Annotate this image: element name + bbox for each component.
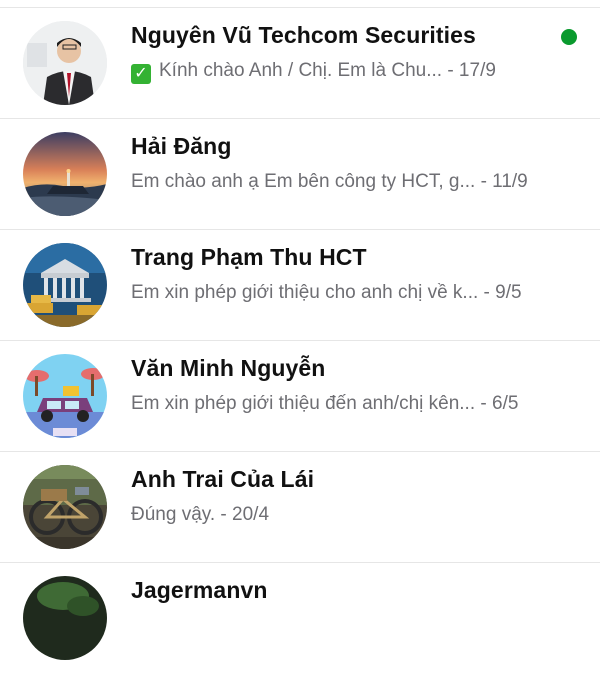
conversation-list: Nguyên Vũ Techcom Securities ✓ Kính chào … — [0, 0, 600, 660]
online-status-dot — [561, 29, 577, 45]
person-portrait-avatar[interactable] — [23, 21, 107, 105]
conversation-row[interactable]: Anh Trai Của Lái Đúng vậy. - 20/4 — [0, 451, 600, 562]
preview-text: Em xin phép giới thiệu đến anh/chị kên..… — [131, 393, 476, 414]
contact-name: Nguyên Vũ Techcom Securities — [131, 22, 476, 48]
conversation-row[interactable]: Jagermanvn — [0, 562, 600, 673]
conversation-row[interactable]: Nguyên Vũ Techcom Securities ✓ Kính chào … — [0, 7, 600, 118]
message-time: - 17/9 — [442, 60, 496, 81]
lighthouse-sunset-avatar[interactable] — [23, 132, 107, 216]
preview-text: Em xin phép giới thiệu cho anh chị về k.… — [131, 282, 479, 303]
message-time: - 6/5 — [475, 393, 519, 414]
preview-text: Em chào anh ạ Em bên công ty HCT, g... — [131, 171, 476, 192]
message-preview: Em xin phép giới thiệu đến anh/chị kên..… — [131, 393, 561, 415]
contact-name: Trang Phạm Thu HCT — [131, 244, 367, 270]
green-check-icon: ✓ — [131, 64, 151, 84]
conversation-row[interactable]: Trang Phạm Thu HCT Em xin phép giới thiệ… — [0, 229, 600, 340]
conversation-row[interactable]: Hải Đăng Em chào anh ạ Em bên công ty HC… — [0, 118, 600, 229]
dark-green-avatar[interactable] — [23, 576, 107, 660]
message-preview: Em xin phép giới thiệu cho anh chị về k.… — [131, 282, 561, 304]
message-time: - 9/5 — [478, 282, 522, 303]
contact-name: Hải Đăng — [131, 133, 232, 159]
message-preview: Em chào anh ạ Em bên công ty HCT, g... -… — [131, 171, 561, 193]
bank-building-gold-avatar[interactable] — [23, 243, 107, 327]
preview-text: Đúng vậy. — [131, 504, 216, 525]
message-time: - 20/4 — [215, 504, 270, 525]
message-preview: ✓ Kính chào Anh / Chị. Em là Chu... - 17/… — [131, 60, 561, 84]
conversation-row[interactable]: Văn Minh Nguyễn Em xin phép giới thiệu đ… — [0, 340, 600, 451]
message-time: - 11/9 — [475, 171, 528, 192]
contact-name: Văn Minh Nguyễn — [131, 355, 326, 381]
preview-text: Kính chào Anh / Chị. Em là Chu... — [159, 60, 443, 81]
cartoon-car-avatar[interactable] — [23, 354, 107, 438]
message-preview: Đúng vậy. - 20/4 — [131, 504, 561, 526]
bicycle-avatar[interactable] — [23, 465, 107, 549]
contact-name: Anh Trai Của Lái — [131, 466, 315, 492]
